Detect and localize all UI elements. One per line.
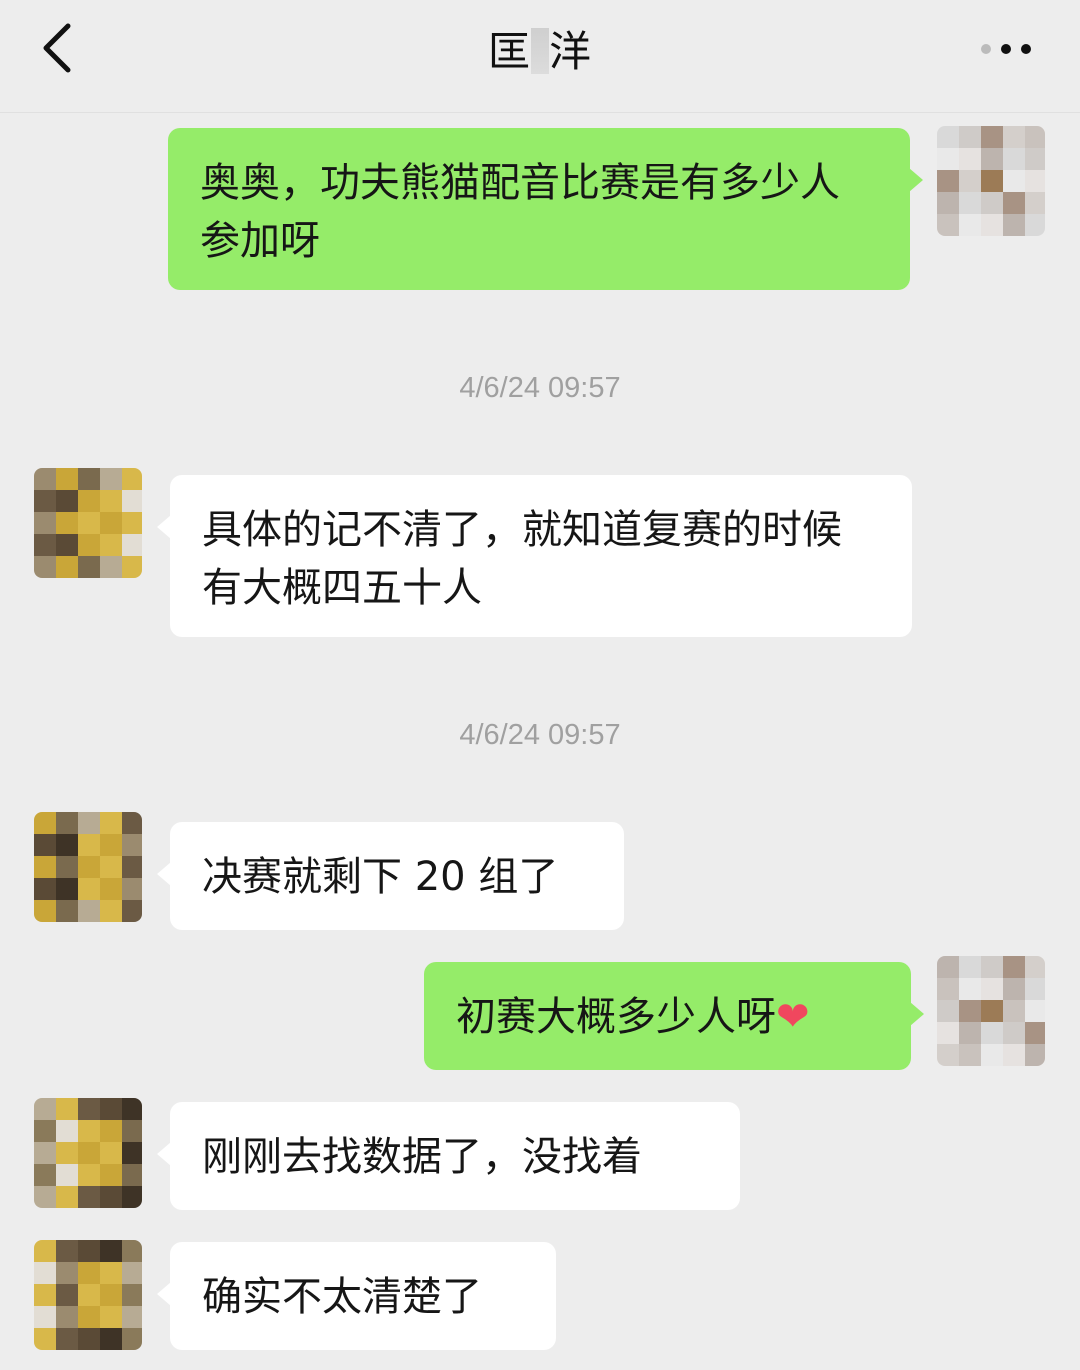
message-text: 刚刚去找数据了，没找着 <box>202 1134 642 1180</box>
message-text: 具体的记不清了，就知道复赛的时候有大概四五十人 <box>202 507 842 611</box>
avatar-self[interactable] <box>937 956 1045 1066</box>
message-bubble-sent[interactable]: 初赛大概多少人呀❤ <box>424 962 924 1070</box>
chat-title: 匡洋 <box>0 18 1080 79</box>
heart-emoji-icon: ❤ <box>776 994 810 1040</box>
message-bubble-received[interactable]: 决赛就剩下 20 组了 <box>157 822 624 930</box>
blurred-name-part <box>531 28 549 74</box>
avatar-contact[interactable] <box>34 812 142 922</box>
avatar-contact[interactable] <box>34 1098 142 1208</box>
chat-title-left: 匡 <box>487 27 531 76</box>
message-text: 初赛大概多少人呀 <box>456 994 776 1040</box>
chat-header: 匡洋 <box>0 0 1080 113</box>
avatar-contact[interactable] <box>34 1240 142 1350</box>
chat-title-right: 洋 <box>549 27 593 76</box>
message-bubble-received[interactable]: 刚刚去找数据了，没找着 <box>157 1102 740 1210</box>
message-text: 决赛就剩下 20 组了 <box>202 854 559 900</box>
message-text: 确实不太清楚了 <box>202 1274 482 1320</box>
message-bubble-sent[interactable]: 奥奥，功夫熊猫配音比赛是有多少人参加呀 <box>168 128 923 290</box>
message-text: 奥奥，功夫熊猫配音比赛是有多少人参加呀 <box>200 160 840 264</box>
timestamp: 4/6/24 09:57 <box>459 719 621 751</box>
timestamp: 4/6/24 09:57 <box>459 372 621 404</box>
more-dots-icon[interactable] <box>976 34 1036 64</box>
message-bubble-received[interactable]: 确实不太清楚了 <box>157 1242 556 1350</box>
avatar-contact[interactable] <box>34 468 142 578</box>
message-bubble-received[interactable]: 具体的记不清了，就知道复赛的时候有大概四五十人 <box>157 475 912 637</box>
avatar-self[interactable] <box>937 126 1045 236</box>
